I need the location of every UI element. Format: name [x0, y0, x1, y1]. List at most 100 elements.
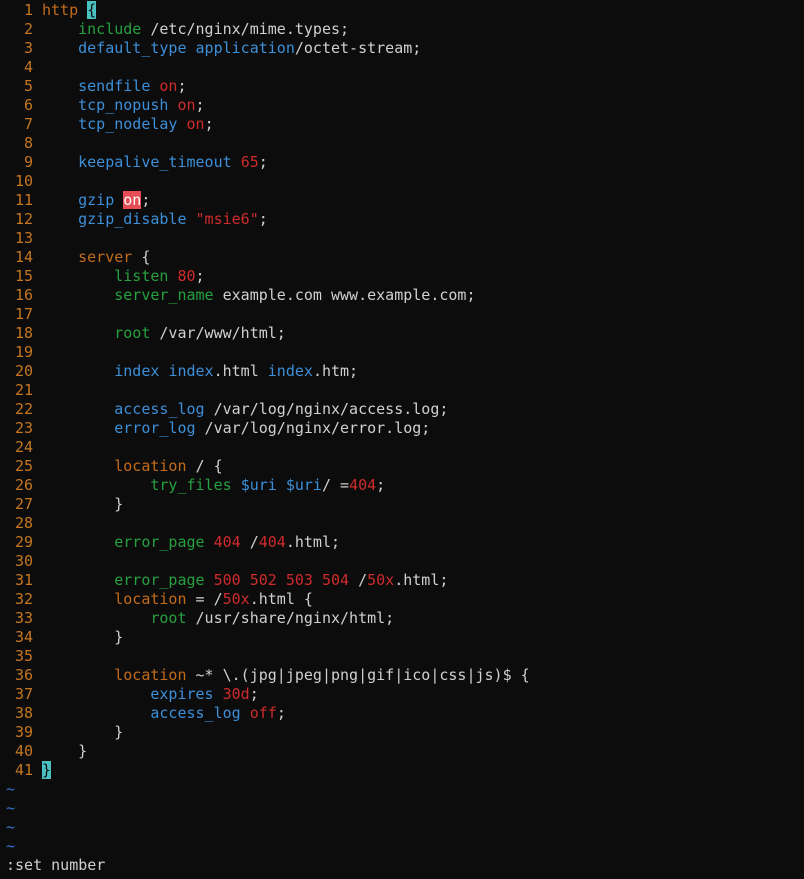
- line-number: 22: [14, 400, 33, 418]
- code-token-val: 30d: [222, 685, 250, 703]
- code-token-txt: example.com www.example.com;: [213, 286, 476, 304]
- code-token-dir2: listen: [114, 267, 169, 285]
- code-token-dir2: include: [78, 20, 142, 38]
- code-line[interactable]: 33 root /usr/share/nginx/html;: [0, 609, 804, 628]
- empty-line-tilde: ~: [6, 799, 16, 817]
- line-number: 35: [14, 647, 33, 665]
- code-token-txt: }: [42, 723, 124, 741]
- code-line[interactable]: 20 index index.html index.htm;: [0, 362, 804, 381]
- code-line[interactable]: 29 error_page 404 /404.html;: [0, 533, 804, 552]
- code-line[interactable]: 25 location / {: [0, 457, 804, 476]
- code-token-txt: ~* \.(jpg|jpeg|png|gif|ico|css|js)$ {: [186, 666, 530, 684]
- line-number: 23: [14, 419, 33, 437]
- code-line[interactable]: 31 error_page 500 502 503 504 /50x.html;: [0, 571, 804, 590]
- code-line[interactable]: 2 include /etc/nginx/mime.types;: [0, 20, 804, 39]
- code-line[interactable]: 27 }: [0, 495, 804, 514]
- code-token-dir: index: [114, 362, 160, 380]
- code-token-str: "msie6": [195, 210, 259, 228]
- line-number: 30: [14, 552, 33, 570]
- code-token-dir2: error_page: [114, 533, 205, 551]
- code-token-val: off: [249, 704, 277, 722]
- line-number: 7: [23, 115, 33, 133]
- code-line[interactable]: 16 server_name example.com www.example.c…: [0, 286, 804, 305]
- code-line[interactable]: 19: [0, 343, 804, 362]
- code-line[interactable]: 14 server {: [0, 248, 804, 267]
- code-token-val: 500 502 503 504: [213, 571, 350, 589]
- editor-buffer[interactable]: 1 http {2 include /etc/nginx/mime.types; 3…: [0, 1, 804, 856]
- code-line[interactable]: 17: [0, 305, 804, 324]
- code-line[interactable]: 12 gzip_disable "msie6";: [0, 210, 804, 229]
- line-number: 24: [14, 438, 33, 456]
- code-token-dir: access_log: [150, 704, 241, 722]
- line-number: 3: [23, 39, 33, 57]
- code-line[interactable]: 8: [0, 134, 804, 153]
- line-number: 25: [14, 457, 33, 475]
- line-number: 29: [14, 533, 33, 551]
- code-token-kw: server: [78, 248, 133, 266]
- code-line[interactable]: 21: [0, 381, 804, 400]
- code-line[interactable]: 39 }: [0, 723, 804, 742]
- code-line[interactable]: 26 try_files $uri $uri/ =404;: [0, 476, 804, 495]
- code-token-txt: / {: [186, 457, 223, 475]
- line-number: 2: [23, 20, 33, 38]
- line-number: 32: [14, 590, 33, 608]
- code-line[interactable]: 10: [0, 172, 804, 191]
- code-token-val: 404: [258, 533, 286, 551]
- code-token-txt: ;: [195, 96, 205, 114]
- code-line[interactable]: 9 keepalive_timeout 65;: [0, 153, 804, 172]
- code-line[interactable]: 34 }: [0, 628, 804, 647]
- code-line[interactable]: 24: [0, 438, 804, 457]
- code-token-val: on: [177, 96, 196, 114]
- code-line[interactable]: 32 location = /50x.html {: [0, 590, 804, 609]
- code-token-dir2: root: [150, 609, 187, 627]
- line-number: 8: [23, 134, 33, 152]
- line-number: 4: [23, 58, 33, 76]
- line-number: 5: [23, 77, 33, 95]
- code-line[interactable]: 22 access_log /var/log/nginx/access.log;: [0, 400, 804, 419]
- code-line[interactable]: 37 expires 30d;: [0, 685, 804, 704]
- code-line[interactable]: 1 http {: [0, 1, 804, 20]
- code-token-dir: gzip_disable: [78, 210, 187, 228]
- line-number: 9: [23, 153, 33, 171]
- code-line[interactable]: 7 tcp_nodelay on;: [0, 115, 804, 134]
- code-line[interactable]: 41}: [0, 761, 804, 780]
- code-token-txt: ;: [258, 153, 268, 171]
- code-line[interactable]: 38 access_log off;: [0, 704, 804, 723]
- code-token-txt: {: [132, 248, 151, 266]
- line-number: 28: [14, 514, 33, 532]
- line-number: 27: [14, 495, 33, 513]
- code-line[interactable]: 3 default_type application/octet-stream;: [0, 39, 804, 58]
- code-line[interactable]: 4: [0, 58, 804, 77]
- code-line[interactable]: 23 error_log /var/log/nginx/error.log;: [0, 419, 804, 438]
- code-line[interactable]: 30: [0, 552, 804, 571]
- code-line[interactable]: 36 location ~* \.(jpg|jpeg|png|gif|ico|c…: [0, 666, 804, 685]
- code-line[interactable]: 28: [0, 514, 804, 533]
- code-line[interactable]: 13: [0, 229, 804, 248]
- code-token-dir: default_type: [78, 39, 187, 57]
- code-line[interactable]: 15 listen 80;: [0, 267, 804, 286]
- code-line[interactable]: 5 sendfile on;: [0, 77, 804, 96]
- code-line[interactable]: 11 gzip on;: [0, 191, 804, 210]
- command-line[interactable]: :set number: [6, 856, 105, 875]
- code-line[interactable]: 6 tcp_nopush on;: [0, 96, 804, 115]
- line-number: 6: [23, 96, 33, 114]
- code-line[interactable]: 18 root /var/www/html;: [0, 324, 804, 343]
- line-number: 14: [14, 248, 33, 266]
- line-number: 26: [14, 476, 33, 494]
- code-line[interactable]: 35: [0, 647, 804, 666]
- code-token-txt: = /: [186, 590, 223, 608]
- code-line[interactable]: 40 }: [0, 742, 804, 761]
